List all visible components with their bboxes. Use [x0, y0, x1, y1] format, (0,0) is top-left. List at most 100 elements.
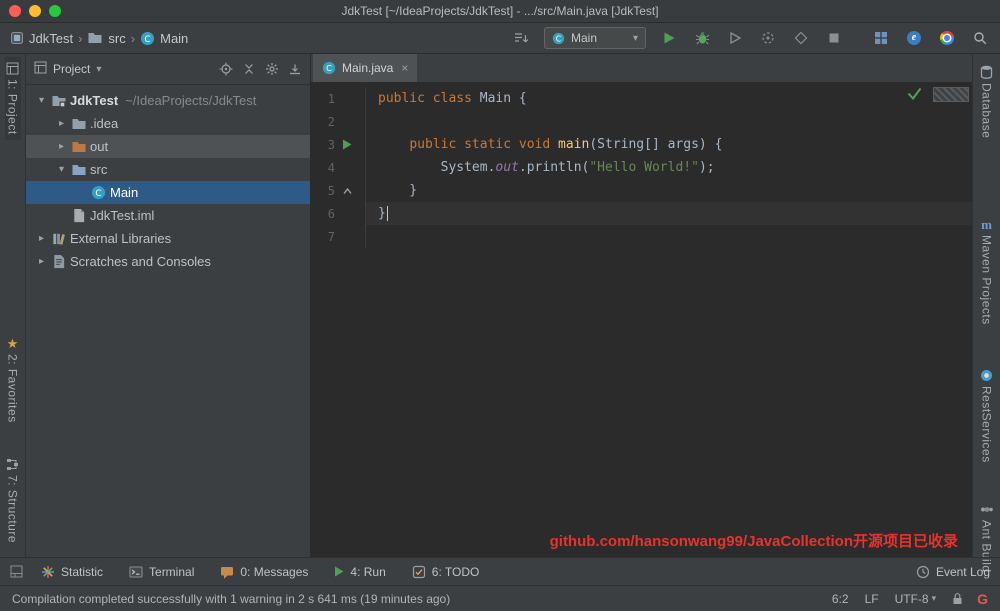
tree-item-jdktest[interactable]: ▾JdkTest~/IdeaProjects/JdkTest	[26, 89, 310, 112]
code-line-4[interactable]: 4 System.out.println("Hello World!");	[311, 156, 972, 179]
stripe-button-1-project[interactable]: 1: Project	[5, 57, 21, 140]
settings-button[interactable]	[265, 62, 279, 76]
breadcrumb-src[interactable]: src	[87, 30, 125, 46]
toolbar-run-icon-group	[659, 28, 844, 48]
tree-item-src[interactable]: ▾src	[26, 158, 310, 181]
code-line-5[interactable]: 5 }	[311, 179, 972, 202]
profiler-icon	[761, 31, 775, 45]
arrow-gutter-icon[interactable]	[335, 186, 359, 196]
caret-position-widget[interactable]: 6:2	[832, 592, 849, 606]
locate-button[interactable]	[219, 62, 233, 76]
list-arrow-button[interactable]	[511, 28, 531, 48]
terminal-icon	[129, 565, 143, 579]
watermark-text: github.com/hansonwang99/JavaCollection开源…	[550, 530, 958, 551]
line-separator-widget[interactable]: LF	[865, 592, 879, 606]
tree-expand-arrow[interactable]: ▾	[34, 95, 49, 106]
toolwindow-button-terminal[interactable]: Terminal	[129, 565, 194, 579]
close-tab-icon[interactable]: ×	[401, 61, 408, 75]
gradle-icon[interactable]: G	[977, 592, 988, 606]
tree-item-main[interactable]: CMain	[26, 181, 310, 204]
tree-item-idea[interactable]: ▸ .idea	[26, 112, 310, 135]
project-tool-icon	[6, 62, 19, 75]
run-gutter-icon[interactable]	[335, 139, 359, 150]
profiler-button[interactable]	[758, 28, 778, 48]
tree-item-label: out	[90, 139, 108, 154]
code-line-3[interactable]: 3 public static void main(String[] args)…	[311, 133, 972, 156]
toolwindow-button-0-messages[interactable]: 0: Messages	[220, 565, 308, 579]
toolwindow-button-statistic[interactable]: Statistic	[41, 565, 103, 579]
breadcrumb-jdktest[interactable]: JdkTest	[10, 31, 73, 46]
run-configuration-select[interactable]: C Main ▾	[544, 27, 646, 49]
browser-button[interactable]: e	[904, 28, 924, 48]
tree-item-label: JdkTest	[70, 93, 118, 108]
grid-button[interactable]	[871, 28, 891, 48]
inspections-ok-icon[interactable]	[907, 87, 922, 105]
project-view-select[interactable]: Project ▾	[34, 61, 101, 77]
gutter-line-4: 4	[311, 156, 366, 179]
code-token: {	[519, 87, 527, 110]
toolwindow-button-event-log[interactable]: Event Log	[916, 565, 990, 579]
collapse-icon	[242, 62, 256, 76]
tree-item-scratches-and-consoles[interactable]: ▸ Scratches and Consoles	[26, 250, 310, 273]
code-token: System.	[441, 156, 496, 179]
lock-icon[interactable]	[952, 592, 963, 605]
hide-icon	[288, 62, 302, 76]
close-window-button[interactable]	[9, 5, 21, 17]
browser-icon: e	[907, 31, 921, 45]
tree-expand-arrow[interactable]: ▸	[34, 256, 49, 267]
play-button[interactable]	[659, 28, 679, 48]
chrome-button[interactable]	[937, 28, 957, 48]
hide-button[interactable]	[288, 62, 302, 76]
navigation-bar: JdkTest›src›CMain	[10, 30, 188, 46]
tab-main-java[interactable]: C Main.java ×	[313, 54, 417, 82]
tree-item-jdktest-iml[interactable]: JdkTest.iml	[26, 204, 310, 227]
tree-expand-arrow[interactable]: ▸	[54, 118, 69, 129]
coverage-button[interactable]	[725, 28, 745, 48]
scrollbar-thumb[interactable]	[933, 87, 969, 102]
gutter-line-3: 3	[311, 133, 366, 156]
toolwindow-button-label: Event Log	[936, 565, 990, 579]
libraries-icon	[49, 231, 68, 246]
svg-text:C: C	[326, 63, 332, 73]
stripe-button-database[interactable]: Database	[979, 60, 995, 143]
stripe-label: RestServices	[980, 386, 994, 463]
tree-item-label: JdkTest.iml	[90, 208, 154, 223]
attach-button[interactable]	[791, 28, 811, 48]
run-config-label: Main	[571, 31, 597, 45]
project-tree: ▾JdkTest~/IdeaProjects/JdkTest▸.idea▸out…	[26, 85, 310, 557]
stripe-button-7-structure[interactable]: 7: Structure	[5, 453, 21, 548]
debug-button[interactable]	[692, 28, 712, 48]
stripe-button-maven-projects[interactable]: mMaven Projects	[979, 213, 995, 330]
minimize-window-button[interactable]	[29, 5, 41, 17]
stripe-button-restservices[interactable]: RestServices	[979, 364, 995, 468]
tree-expand-arrow[interactable]: ▸	[54, 141, 69, 152]
tree-item-label: .idea	[90, 116, 118, 131]
encoding-widget[interactable]: UTF-8 ▾	[895, 592, 937, 606]
tree-item-out[interactable]: ▸ out	[26, 135, 310, 158]
tree-expand-arrow[interactable]: ▾	[54, 164, 69, 175]
attach-icon	[794, 31, 808, 45]
breadcrumb-main[interactable]: CMain	[140, 31, 188, 46]
tree-item-label: Scratches and Consoles	[70, 254, 211, 269]
tree-expand-arrow[interactable]: ▸	[34, 233, 49, 244]
editor-tabbar: C Main.java ×	[311, 54, 972, 83]
line-number: 3	[311, 138, 335, 152]
status-message[interactable]: Compilation completed successfully with …	[12, 592, 832, 606]
code-line-2[interactable]: 2	[311, 110, 972, 133]
toolwindows-icon[interactable]	[10, 565, 23, 578]
svg-text:C: C	[95, 189, 101, 199]
search-button[interactable]	[970, 28, 990, 48]
collapse-button[interactable]	[242, 62, 256, 76]
toolwindow-button-4-run[interactable]: 4: Run	[334, 565, 385, 579]
fullscreen-window-button[interactable]	[49, 5, 61, 17]
code-line-7[interactable]: 7	[311, 225, 972, 248]
tree-item-external-libraries[interactable]: ▸External Libraries	[26, 227, 310, 250]
toolwindow-button-6-todo[interactable]: 6: TODO	[412, 565, 480, 579]
stripe-label: 7: Structure	[6, 475, 20, 543]
code-editor[interactable]: 1public class Main {23 public static voi…	[311, 83, 972, 557]
code-line-6[interactable]: 6}	[311, 202, 972, 225]
stop-button[interactable]	[824, 28, 844, 48]
class-icon: C	[140, 31, 155, 46]
stripe-button-2-favorites[interactable]: ★2: Favorites	[5, 332, 21, 428]
code-line-1[interactable]: 1public class Main {	[311, 87, 972, 110]
